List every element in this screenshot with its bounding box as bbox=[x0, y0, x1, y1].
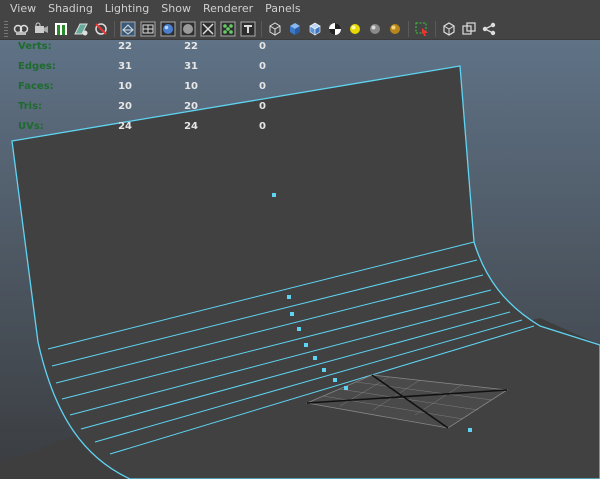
menu-show[interactable]: Show bbox=[155, 0, 197, 18]
hud-label: Tris: bbox=[18, 101, 43, 112]
box-icon[interactable] bbox=[441, 20, 458, 37]
bookmark-icon[interactable] bbox=[53, 20, 70, 37]
shaded-cube-icon[interactable] bbox=[287, 20, 304, 37]
textured-icon[interactable] bbox=[220, 20, 237, 37]
grey-sphere-icon[interactable] bbox=[367, 20, 384, 37]
hud-value: 20 bbox=[118, 101, 132, 112]
hud-label: UVs: bbox=[18, 121, 44, 132]
hud-value: 0 bbox=[259, 101, 266, 112]
smooth-shade-icon[interactable] bbox=[140, 20, 157, 37]
checker-icon[interactable] bbox=[327, 20, 344, 37]
hud-row-edges: Edges: 31 31 0 bbox=[18, 60, 288, 80]
hud-value: 10 bbox=[118, 81, 132, 92]
hud-value: 0 bbox=[259, 121, 266, 132]
hud-row-tris: Tris: 20 20 0 bbox=[18, 100, 288, 120]
viewport-toolbar bbox=[0, 18, 600, 40]
image-plane-icon[interactable] bbox=[73, 20, 90, 37]
hud-value: 22 bbox=[118, 41, 132, 52]
hud-value: 22 bbox=[184, 41, 198, 52]
menu-shading[interactable]: Shading bbox=[42, 0, 99, 18]
hud-value: 0 bbox=[259, 61, 266, 72]
poly-count-hud: Verts: 22 22 0 Edges: 31 31 0 Faces: 10 … bbox=[18, 40, 288, 140]
sphere-shade-icon[interactable] bbox=[160, 20, 177, 37]
duplicate-box-icon[interactable] bbox=[461, 20, 478, 37]
toolbar-separator bbox=[408, 20, 409, 37]
toolbar-grip[interactable] bbox=[4, 20, 8, 37]
hud-label: Edges: bbox=[18, 61, 56, 72]
hud-value: 24 bbox=[118, 121, 132, 132]
toolbar-separator bbox=[435, 20, 436, 37]
toolbar-separator bbox=[114, 20, 115, 37]
xray-icon[interactable] bbox=[200, 20, 217, 37]
texture-text-icon[interactable] bbox=[240, 20, 257, 37]
toolbar-separator bbox=[261, 20, 262, 37]
grid-toggle-icon[interactable] bbox=[93, 20, 110, 37]
hud-value: 10 bbox=[184, 81, 198, 92]
menu-panels[interactable]: Panels bbox=[259, 0, 306, 18]
hud-row-uvs: UVs: 24 24 0 bbox=[18, 120, 288, 140]
hud-value: 31 bbox=[118, 61, 132, 72]
menu-view[interactable]: View bbox=[4, 0, 42, 18]
hud-row-verts: Verts: 22 22 0 bbox=[18, 40, 288, 60]
hud-row-faces: Faces: 10 10 0 bbox=[18, 80, 288, 100]
shaded-wire-cube-icon[interactable] bbox=[307, 20, 324, 37]
isolate-select-icon[interactable] bbox=[414, 20, 431, 37]
hud-value: 20 bbox=[184, 101, 198, 112]
hud-label: Verts: bbox=[18, 41, 52, 52]
menu-lighting[interactable]: Lighting bbox=[99, 0, 155, 18]
hud-label: Faces: bbox=[18, 81, 54, 92]
menu-bar: View Shading Lighting Show Renderer Pane… bbox=[0, 0, 600, 18]
3d-viewport[interactable]: Verts: 22 22 0 Edges: 31 31 0 Faces: 10 … bbox=[0, 40, 600, 479]
wireframe-icon[interactable] bbox=[120, 20, 137, 37]
hud-value: 31 bbox=[184, 61, 198, 72]
wire-cube-icon[interactable] bbox=[267, 20, 284, 37]
gold-sphere-icon[interactable] bbox=[387, 20, 404, 37]
camera-select-icon[interactable] bbox=[13, 20, 30, 37]
node-graph-icon[interactable] bbox=[481, 20, 498, 37]
hud-value: 0 bbox=[259, 41, 266, 52]
camera-attributes-icon[interactable] bbox=[33, 20, 50, 37]
flat-shade-icon[interactable] bbox=[180, 20, 197, 37]
hud-value: 0 bbox=[259, 81, 266, 92]
default-light-icon[interactable] bbox=[347, 20, 364, 37]
hud-value: 24 bbox=[184, 121, 198, 132]
menu-renderer[interactable]: Renderer bbox=[197, 0, 259, 18]
